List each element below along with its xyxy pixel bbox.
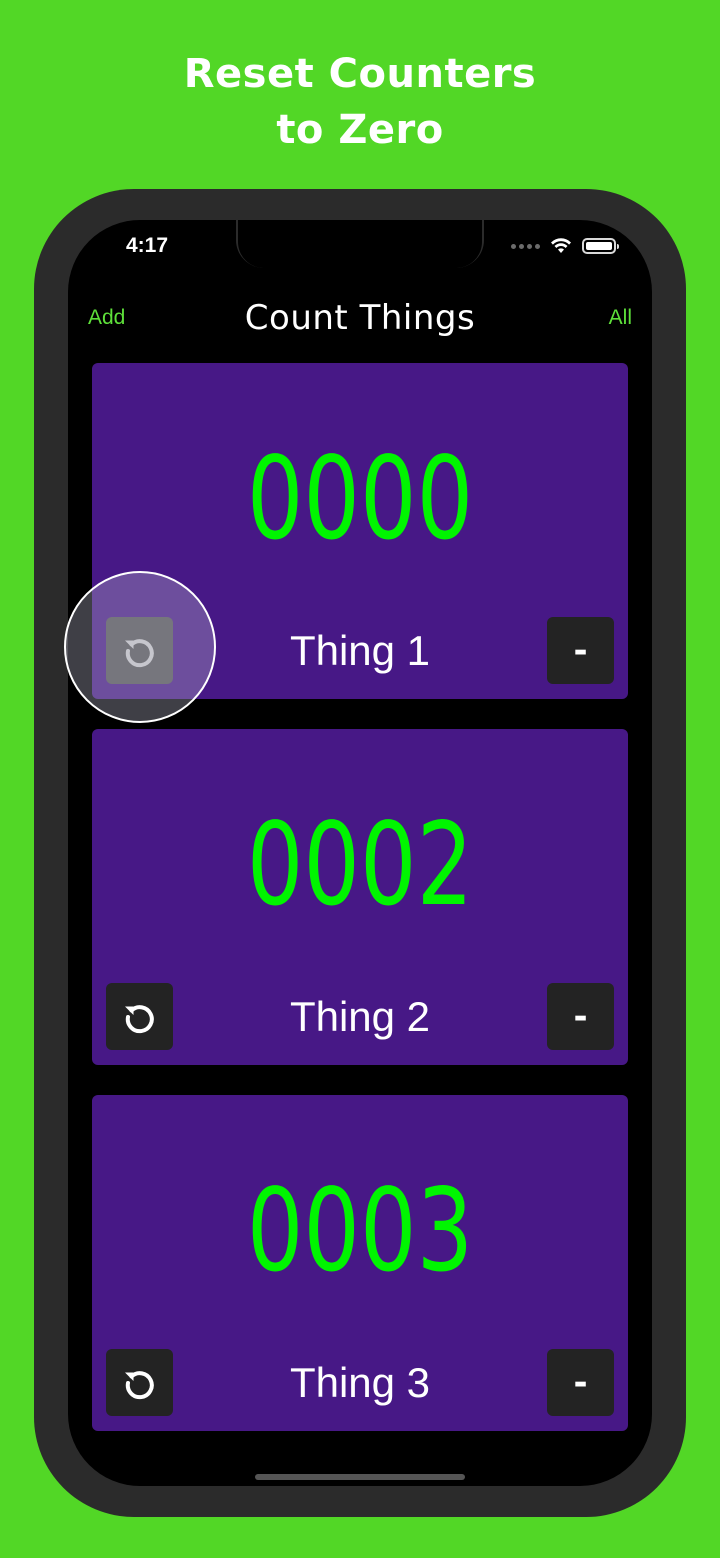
battery-icon (582, 238, 619, 254)
decrement-button[interactable]: - (547, 983, 614, 1050)
promo-headline: Reset Counters to Zero (0, 46, 720, 158)
notch-inner (238, 220, 482, 268)
decrement-button[interactable]: - (547, 617, 614, 684)
wifi-icon (551, 238, 571, 253)
status-time: 4:17 (126, 234, 169, 257)
home-indicator[interactable] (255, 1474, 465, 1480)
promo-headline-line-2: to Zero (276, 107, 444, 153)
status-icons (511, 238, 619, 254)
phone-screen: 4:17 Add Count Things All 0000 Thing 1 - (68, 220, 652, 1486)
counter-card-1[interactable]: 0000 Thing 1 - (92, 363, 628, 699)
counter-value: 0000 (246, 432, 474, 565)
battery-level (586, 242, 612, 250)
promo-headline-line-1: Reset Counters (183, 51, 537, 97)
all-button[interactable]: All (609, 306, 632, 330)
counter-card-3[interactable]: 0003 Thing 3 - (92, 1095, 628, 1431)
cellular-signal-icon (511, 243, 540, 249)
page-title: Count Things (244, 298, 476, 338)
counter-card-2[interactable]: 0002 Thing 2 - (92, 729, 628, 1065)
counter-value: 0002 (246, 798, 474, 931)
navigation-bar: Add Count Things All (68, 298, 652, 342)
counter-value: 0003 (246, 1164, 474, 1297)
decrement-button[interactable]: - (547, 1349, 614, 1416)
